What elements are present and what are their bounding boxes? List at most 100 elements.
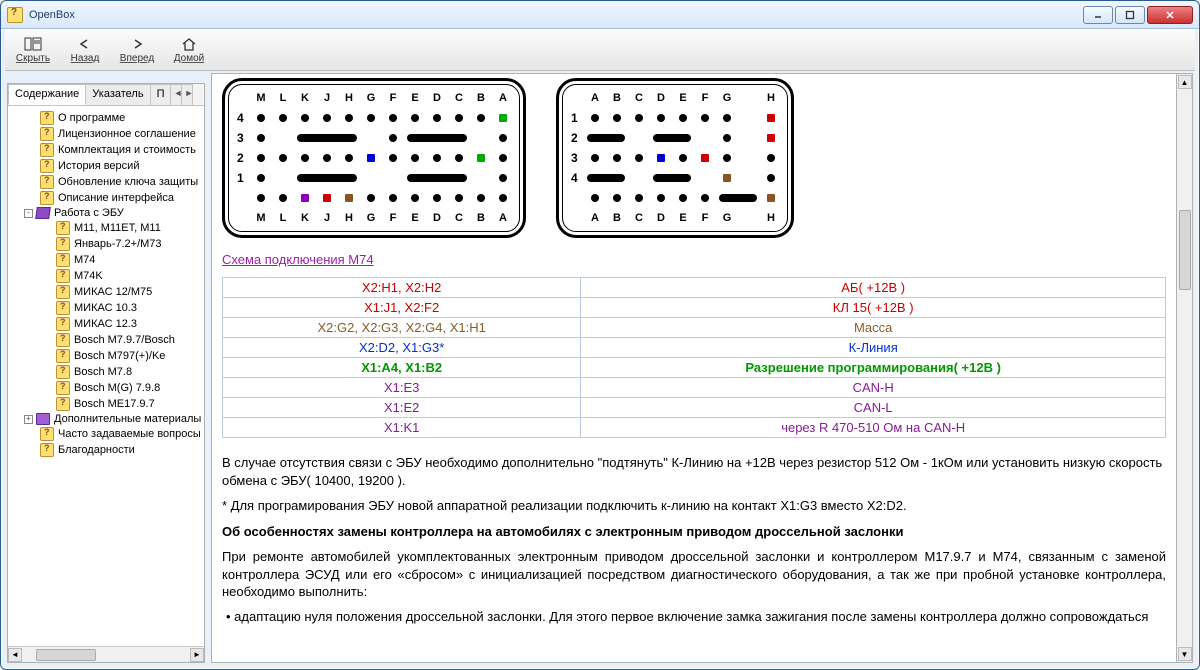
help-icon [40, 191, 54, 205]
tree-item-label: МИКАС 12/М75 [74, 286, 152, 298]
table-row: X2:H1, X2:H2АБ( +12В ) [223, 278, 1166, 298]
tree-item[interactable]: МИКАС 12.3 [10, 316, 202, 332]
tree-item-label: Bosch M7.9.7/Bosch [74, 334, 175, 346]
tree-item-label: Bosch M797(+)/Ke [74, 350, 165, 362]
home-button[interactable]: Домой [167, 36, 211, 64]
back-button[interactable]: Назад [63, 36, 107, 64]
help-icon [40, 143, 54, 157]
scroll-up-icon[interactable]: ▲ [1178, 75, 1192, 89]
help-icon [40, 111, 54, 125]
tab-content[interactable]: Содержание [8, 84, 86, 105]
tree-item[interactable]: M74 [10, 252, 202, 268]
book-icon [35, 207, 51, 219]
expander-icon[interactable]: - [24, 209, 33, 218]
tree-item[interactable]: -Работа с ЭБУ [10, 206, 202, 220]
close-button[interactable] [1147, 6, 1193, 24]
scroll-down-icon[interactable]: ▼ [1178, 647, 1192, 661]
help-icon [56, 221, 70, 235]
table-row: X1:A4, X1:B2Разрешение программирования(… [223, 358, 1166, 378]
tree-item[interactable]: Январь-7.2+/М73 [10, 236, 202, 252]
tree-item-label: M11, М11ЕТ, M11 [74, 222, 161, 234]
tree-item[interactable]: Обновление ключа защиты [10, 174, 202, 190]
tree-item-label: Обновление ключа защиты [58, 176, 198, 188]
pin-cell: X2:G2, X2:G3, X2:G4, X1:H1 [223, 318, 581, 338]
tree-item-label: Январь-7.2+/М73 [74, 238, 162, 250]
tree-item[interactable]: +Дополнительные материалы [10, 412, 202, 426]
tree-item[interactable]: Bosch M7.9.7/Bosch [10, 332, 202, 348]
expander-icon[interactable]: + [24, 415, 33, 424]
tab-index[interactable]: Указатель [85, 84, 150, 105]
scheme-link[interactable]: Схема подключения М74 [222, 252, 374, 267]
section-heading: Об особенностях замены контроллера на ав… [222, 523, 1166, 541]
tree-item[interactable]: Bosch ME17.9.7 [10, 396, 202, 412]
tree-item[interactable]: M11, М11ЕТ, M11 [10, 220, 202, 236]
window-title: OpenBox [29, 9, 75, 21]
scroll-right-icon[interactable]: ► [190, 648, 204, 662]
hide-button[interactable]: Скрыть [11, 36, 55, 64]
content-area: MLKJHGFEDCBA4321MLKJHGFEDCBA ABCDEFGH123… [211, 73, 1177, 663]
help-icon [56, 365, 70, 379]
tree-item[interactable]: Лицензионное соглашение [10, 126, 202, 142]
connector-right: ABCDEFGH1234ABCDEFGH [556, 78, 794, 238]
app-icon [7, 7, 23, 23]
help-icon [56, 349, 70, 363]
navigation-panel: Содержание Указатель П ◄ ► О программе Ли… [7, 83, 205, 663]
help-icon [40, 127, 54, 141]
desc-cell: К-Линия [581, 338, 1166, 358]
tab-scroll-right[interactable]: ► [181, 84, 193, 105]
hide-icon [24, 36, 42, 52]
minimize-button[interactable] [1083, 6, 1113, 24]
window-controls [1083, 6, 1193, 24]
tree-item-label: Лицензионное соглашение [58, 128, 196, 140]
tab-search[interactable]: П [150, 84, 172, 105]
tree-item-label: M74 [74, 254, 95, 266]
tree-item[interactable]: Bosch M7.8 [10, 364, 202, 380]
tree-item[interactable]: M74K [10, 268, 202, 284]
pin-cell: X2:H1, X2:H2 [223, 278, 581, 298]
tree-item-label: МИКАС 12.3 [74, 318, 137, 330]
tree-item[interactable]: Часто задаваемые вопросы [10, 426, 202, 442]
desc-cell: через R 470-510 Ом на CAN-H [581, 418, 1166, 438]
scroll-thumb[interactable] [36, 649, 96, 661]
tree-item-label: Комплектация и стоимость [58, 144, 196, 156]
help-icon [56, 333, 70, 347]
horizontal-scrollbar[interactable]: ◄ ► [8, 646, 204, 662]
scroll-left-icon[interactable]: ◄ [8, 648, 22, 662]
tree-item[interactable]: Комплектация и стоимость [10, 142, 202, 158]
tree-item[interactable]: О программе [10, 110, 202, 126]
maximize-button[interactable] [1115, 6, 1145, 24]
help-icon [40, 427, 54, 441]
tree-item[interactable]: Bosch M797(+)/Ke [10, 348, 202, 364]
help-icon [40, 443, 54, 457]
scroll-thumb-v[interactable] [1179, 210, 1191, 290]
help-icon [56, 285, 70, 299]
paragraph-body: При ремонте автомобилей укомплектованных… [222, 548, 1166, 601]
tree-item[interactable]: Bosch M(G) 7.9.8 [10, 380, 202, 396]
tree-item[interactable]: МИКАС 10.3 [10, 300, 202, 316]
back-icon [76, 36, 94, 52]
forward-icon [128, 36, 146, 52]
help-icon [56, 317, 70, 331]
connector-left: MLKJHGFEDCBA4321MLKJHGFEDCBA [222, 78, 526, 238]
help-icon [56, 269, 70, 283]
tree-view[interactable]: О программе Лицензионное соглашение Компле… [8, 106, 204, 646]
desc-cell: АБ( +12В ) [581, 278, 1166, 298]
scroll-track[interactable] [1178, 90, 1192, 646]
tree-item-label: M74K [74, 270, 103, 282]
tree-item[interactable]: Благодарности [10, 442, 202, 458]
desc-cell: CAN-H [581, 378, 1166, 398]
tree-item-label: Bosch M7.8 [74, 366, 132, 378]
titlebar: OpenBox [1, 1, 1199, 29]
paragraph-note2: * Для програмирования ЭБУ новой аппаратн… [222, 497, 1166, 515]
tree-item-label: Описание интерфейса [58, 192, 174, 204]
vertical-scrollbar[interactable]: ▲ ▼ [1177, 73, 1193, 663]
forward-button[interactable]: Вперед [115, 36, 159, 64]
tree-item[interactable]: МИКАС 12/М75 [10, 284, 202, 300]
desc-cell: CAN-L [581, 398, 1166, 418]
tree-item[interactable]: История версий [10, 158, 202, 174]
toolbar: Скрыть Назад Вперед Домой [5, 29, 1195, 71]
help-icon [40, 159, 54, 173]
tree-item[interactable]: Описание интерфейса [10, 190, 202, 206]
tree-item-label: Bosch M(G) 7.9.8 [74, 382, 160, 394]
desc-cell: Разрешение программирования( +12В ) [581, 358, 1166, 378]
